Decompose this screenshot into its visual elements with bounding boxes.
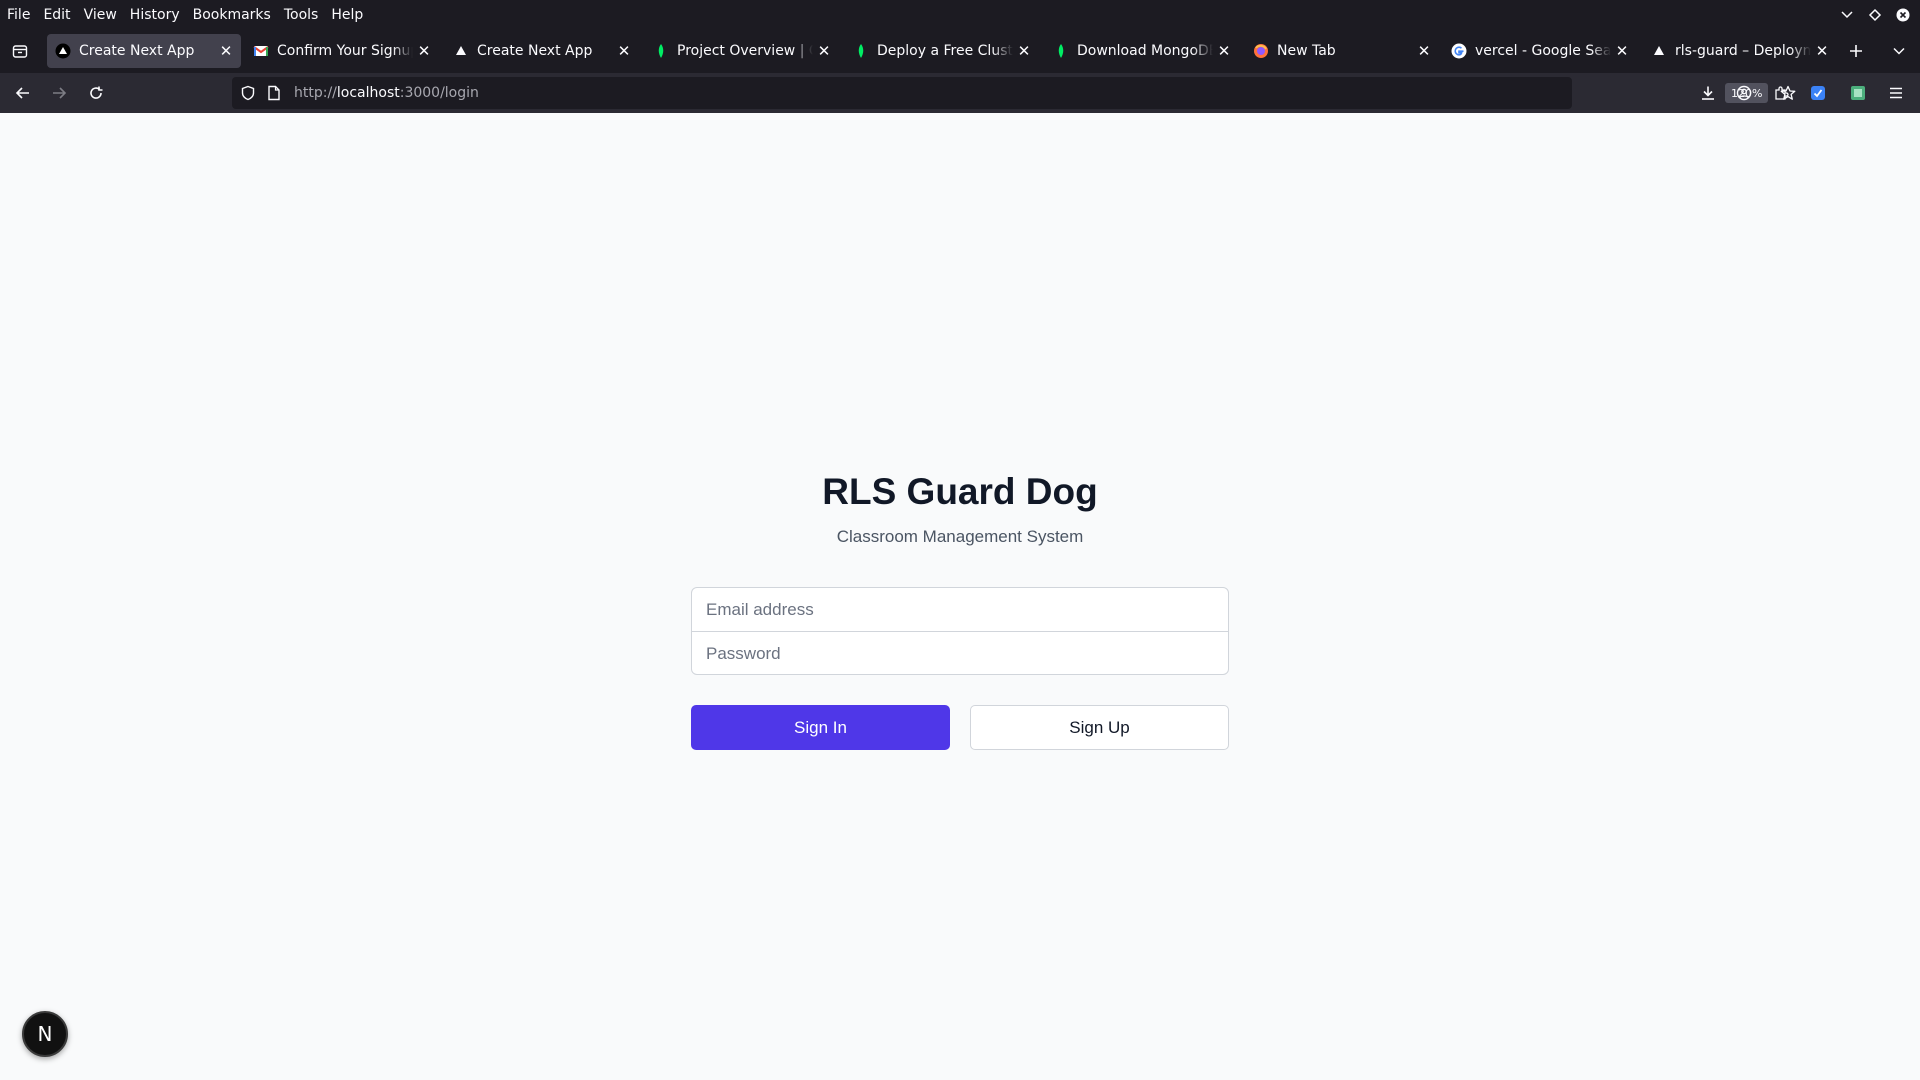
menu-help[interactable]: Help (331, 7, 363, 23)
vercel-triangle-icon (1651, 43, 1667, 59)
menu-list: File Edit View History Bookmarks Tools H… (0, 7, 376, 23)
nextjs-logo-icon: N (37, 1022, 53, 1046)
url-text: http://localhost:3000/login (294, 85, 479, 101)
close-tab-icon[interactable]: ✕ (1413, 40, 1435, 62)
login-form (691, 587, 1229, 675)
tab-title: Download MongoDB A (1077, 43, 1213, 59)
tab-create-next-app[interactable]: Create Next App ✕ (445, 34, 639, 68)
extensions-puzzle-icon[interactable] (1771, 83, 1791, 103)
tab-title: Deploy a Free Cluster - (877, 43, 1013, 59)
tab-vercel-google-search[interactable]: vercel - Google Search ✕ (1443, 34, 1637, 68)
gmail-icon (253, 43, 269, 59)
close-tab-icon[interactable]: ✕ (1213, 40, 1235, 62)
tab-strip: Create Next App ✕ Confirm Your Signup - … (0, 29, 1920, 73)
extension-blue-check-icon[interactable] (1808, 83, 1828, 103)
google-icon (1451, 43, 1467, 59)
close-tab-icon[interactable]: ✕ (613, 40, 635, 62)
menu-bar: File Edit View History Bookmarks Tools H… (0, 0, 1920, 29)
close-tab-icon[interactable]: ✕ (1013, 40, 1035, 62)
url-host: localhost (336, 85, 400, 101)
minimize-icon[interactable] (1840, 8, 1854, 22)
navigation-toolbar: http://localhost:3000/login 120% (0, 73, 1920, 113)
vercel-triangle-icon (453, 43, 469, 59)
tab-title: vercel - Google Search (1475, 43, 1611, 59)
tab-title: Confirm Your Signup - (277, 43, 413, 59)
tab-title: New Tab (1277, 43, 1336, 59)
tab-deploy-free-cluster[interactable]: Deploy a Free Cluster - ✕ (845, 34, 1039, 68)
tab-title: Create Next App (477, 43, 593, 59)
password-input[interactable] (692, 632, 1228, 674)
url-path: :3000/login (399, 85, 479, 101)
page-info-icon[interactable] (264, 85, 284, 101)
address-bar[interactable]: http://localhost:3000/login 120% (232, 77, 1796, 109)
account-icon[interactable] (1734, 83, 1754, 103)
close-tab-icon[interactable]: ✕ (215, 40, 237, 62)
window-controls (1840, 0, 1910, 29)
tab-title: rls-guard – Deploymen (1675, 43, 1811, 59)
url-scheme: http:// (294, 85, 337, 101)
mongodb-leaf-icon (653, 43, 669, 59)
nextjs-dev-indicator[interactable]: N (22, 1011, 68, 1057)
tab-rls-guard-deployment[interactable]: rls-guard – Deploymen ✕ (1643, 34, 1837, 68)
tab-confirm-signup[interactable]: Confirm Your Signup - ✕ (245, 34, 439, 68)
list-all-tabs-chevron-icon[interactable] (1889, 41, 1909, 61)
maximize-icon[interactable] (1868, 8, 1882, 22)
mongodb-leaf-icon (853, 43, 869, 59)
tab-project-overview[interactable]: Project Overview | Clou ✕ (645, 34, 839, 68)
tab-title: Project Overview | Clou (677, 43, 813, 59)
tab-title: Create Next App (79, 43, 195, 59)
back-arrow-icon[interactable] (13, 83, 33, 103)
page-title: RLS Guard Dog (822, 471, 1098, 512)
menu-tools[interactable]: Tools (284, 7, 319, 23)
close-tab-icon[interactable]: ✕ (1811, 40, 1833, 62)
tab-download-mongodb[interactable]: Download MongoDB A ✕ (1045, 34, 1239, 68)
close-tab-icon[interactable]: ✕ (1611, 40, 1633, 62)
close-tab-icon[interactable]: ✕ (813, 40, 835, 62)
tab-create-next-app-active[interactable]: Create Next App ✕ (47, 34, 241, 68)
sign-up-button[interactable]: Sign Up (970, 705, 1229, 750)
reload-icon[interactable] (86, 83, 106, 103)
shield-icon[interactable] (238, 85, 258, 101)
close-tab-icon[interactable]: ✕ (413, 40, 435, 62)
menu-bookmarks[interactable]: Bookmarks (193, 7, 271, 23)
menu-file[interactable]: File (7, 7, 30, 23)
email-input[interactable] (692, 588, 1228, 631)
tab-new-tab[interactable]: New Tab ✕ (1245, 34, 1439, 68)
tab-list-icon[interactable] (10, 41, 30, 61)
sign-in-button[interactable]: Sign In (691, 705, 950, 750)
new-tab-plus-icon[interactable] (1846, 41, 1866, 61)
vercel-triangle-icon (55, 43, 71, 59)
page-subtitle: Classroom Management System (836, 527, 1084, 546)
close-window-icon[interactable] (1896, 8, 1910, 22)
menu-history[interactable]: History (130, 7, 180, 23)
hamburger-menu-icon[interactable] (1886, 83, 1906, 103)
page-content: RLS Guard Dog Classroom Management Syste… (0, 113, 1920, 1080)
downloads-icon[interactable] (1698, 83, 1718, 103)
mongodb-leaf-icon (1053, 43, 1069, 59)
firefox-icon (1253, 43, 1269, 59)
menu-edit[interactable]: Edit (43, 7, 70, 23)
forward-arrow-icon[interactable] (49, 83, 69, 103)
menu-view[interactable]: View (84, 7, 117, 23)
extension-green-square-icon[interactable] (1848, 83, 1868, 103)
